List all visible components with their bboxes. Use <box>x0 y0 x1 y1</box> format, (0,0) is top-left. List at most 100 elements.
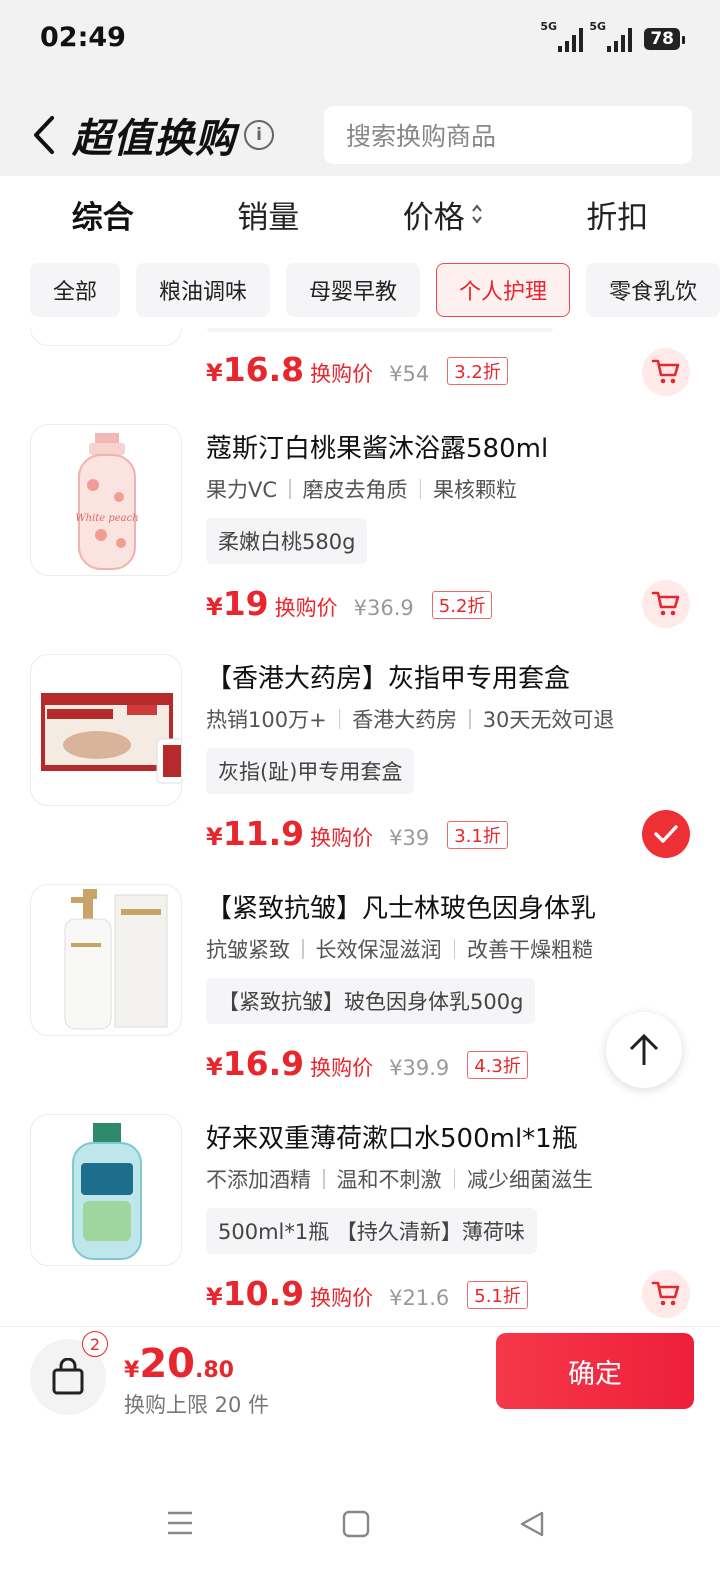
product-features: 不添加酒精 温和不刺激 减少细菌滋生 <box>206 1164 593 1194</box>
chip-personal-care[interactable]: 个人护理 <box>436 263 571 317</box>
cart-icon[interactable] <box>642 580 690 628</box>
sort-bar: 综合 销量 价格 折扣 <box>0 176 720 252</box>
sort-sales[interactable]: 销量 <box>237 192 299 237</box>
product-spec[interactable]: 柔嫩白桃580g <box>206 518 368 564</box>
signal-icon: 5G <box>589 20 633 52</box>
price-row: ¥ 16.8 换购价 ¥54 3.2折 <box>206 350 508 389</box>
feature: 30天无效可退 <box>482 708 615 732</box>
confirm-button[interactable]: 确定 <box>496 1333 694 1409</box>
top-area: 02:49 5G 5G 78 超值换购 i 搜索换购商品 <box>0 0 720 176</box>
discount-badge: 5.1折 <box>467 1281 528 1309</box>
price-label: 换购价 <box>310 362 374 386</box>
product-image[interactable] <box>30 654 182 806</box>
product-image[interactable] <box>30 328 182 346</box>
yen-sign: ¥ <box>206 593 223 621</box>
sort-comprehensive[interactable]: 综合 <box>72 192 134 237</box>
product-name: 【香港大药房】灰指甲专用套盒 <box>206 664 571 694</box>
product-features: 热销100万+ 香港大药房 30天无效可退 <box>206 704 614 734</box>
price-value: 11.9 <box>222 814 305 853</box>
sort-price-label: 价格 <box>402 199 465 236</box>
feature: 改善干燥粗糙 <box>467 938 593 962</box>
feature: 香港大药房 <box>352 708 458 732</box>
price-row: ¥ 11.9 换购价 ¥39 3.1折 <box>206 814 508 853</box>
chip-all[interactable]: 全部 <box>30 263 121 317</box>
scroll-top-button[interactable] <box>606 1012 682 1088</box>
back-chevron-icon[interactable] <box>0 115 60 155</box>
product-name: 蔻斯汀白桃果酱沐浴露580ml <box>206 434 549 464</box>
price-label: 换购价 <box>310 1286 374 1310</box>
feature: 磨皮去角质 <box>302 478 408 502</box>
yen-sign: ¥ <box>206 823 223 851</box>
product-spec <box>206 328 554 332</box>
category-chips: 全部 粮油调味 母婴早教 个人护理 零食乳饮 <box>0 252 720 328</box>
yen-sign: ¥ <box>206 359 223 387</box>
menu-icon[interactable] <box>166 1510 194 1540</box>
sort-caret-icon <box>471 203 483 225</box>
product-card[interactable]: White peach 蔻斯汀白桃果酱沐浴露580ml 果力VC 磨皮去角质 果… <box>0 424 720 654</box>
system-nav-bar <box>0 1470 720 1580</box>
check-icon[interactable] <box>642 810 690 858</box>
total-decimal: .80 <box>194 1358 234 1383</box>
original-price: ¥39 <box>389 826 430 850</box>
sort-price[interactable]: 价格 <box>403 192 483 237</box>
original-price: ¥36.9 <box>353 596 414 620</box>
yen-sign: ¥ <box>206 1053 223 1081</box>
total-integer: 20 <box>139 1341 195 1387</box>
discount-badge: 3.2折 <box>447 357 508 385</box>
price-value: 16.9 <box>222 1044 305 1083</box>
price-row: ¥ 10.9 换购价 ¥21.6 5.1折 <box>206 1274 528 1313</box>
product-image[interactable] <box>30 884 182 1036</box>
status-time: 02:49 <box>40 22 126 53</box>
signal-label: 5G <box>589 20 607 33</box>
status-icons: 5G 5G 78 <box>540 20 685 52</box>
home-square-icon[interactable] <box>342 1510 370 1542</box>
price-value: 10.9 <box>222 1274 305 1313</box>
back-triangle-icon[interactable] <box>518 1510 546 1542</box>
search-input[interactable]: 搜索换购商品 <box>324 106 692 164</box>
product-name: 【紧致抗皱】凡士林玻色因身体乳 <box>206 894 597 924</box>
cart-count-badge: 2 <box>82 1331 108 1357</box>
product-list: ¥ 16.8 换购价 ¥54 3.2折 White peach 蔻斯汀白桃果酱沐… <box>0 328 720 1320</box>
sort-discount[interactable]: 折扣 <box>586 192 648 237</box>
price-row: ¥ 16.9 换购价 ¥39.9 4.3折 <box>206 1044 528 1083</box>
yen-sign: ¥ <box>124 1358 140 1383</box>
original-price: ¥39.9 <box>389 1056 450 1080</box>
svg-text:White peach: White peach <box>75 513 138 524</box>
product-features: 果力VC 磨皮去角质 果核颗粒 <box>206 474 517 504</box>
price-row: ¥ 19 换购价 ¥36.9 5.2折 <box>206 584 493 623</box>
info-icon[interactable]: i <box>244 120 274 150</box>
signal-label: 5G <box>540 20 558 33</box>
product-card[interactable]: 【香港大药房】灰指甲专用套盒 热销100万+ 香港大药房 30天无效可退 灰指(… <box>0 654 720 884</box>
chip-baby[interactable]: 母婴早教 <box>286 263 421 317</box>
yen-sign: ¥ <box>206 1283 223 1311</box>
discount-badge: 3.1折 <box>447 821 508 849</box>
price-value: 16.8 <box>222 350 305 389</box>
discount-badge: 5.2折 <box>431 591 493 619</box>
product-image[interactable]: White peach <box>30 424 182 576</box>
product-card[interactable]: 【紧致抗皱】凡士林玻色因身体乳 抗皱紧致 长效保湿滋润 改善干燥粗糙 【紧致抗皱… <box>0 884 720 1114</box>
original-price: ¥54 <box>389 362 430 386</box>
cart-icon[interactable] <box>642 1270 690 1318</box>
price-value: 19 <box>222 584 269 623</box>
feature: 抗皱紧致 <box>206 938 290 962</box>
feature: 热销100万+ <box>206 708 327 732</box>
product-spec[interactable]: 灰指(趾)甲专用套盒 <box>206 748 415 794</box>
nav-bar: 超值换购 i 搜索换购商品 <box>0 104 720 166</box>
product-features: 抗皱紧致 长效保湿滋润 改善干燥粗糙 <box>206 934 593 964</box>
arrow-up-icon <box>629 1033 659 1065</box>
feature: 果力VC <box>206 478 278 502</box>
product-spec[interactable]: 500ml*1瓶 【持久清新】薄荷味 <box>206 1208 537 1254</box>
product-card[interactable]: 好来双重薄荷漱口水500ml*1瓶 不添加酒精 温和不刺激 减少细菌滋生 500… <box>0 1114 720 1320</box>
cart-icon[interactable] <box>642 348 690 396</box>
chip-grain-oil[interactable]: 粮油调味 <box>136 263 271 317</box>
product-name: 好来双重薄荷漱口水500ml*1瓶 <box>206 1124 578 1154</box>
product-spec[interactable]: 【紧致抗皱】玻色因身体乳500g <box>206 978 536 1024</box>
footer-bar: 2 ¥ 20 .80 换购上限 20 件 确定 <box>0 1326 720 1426</box>
total-price: ¥ 20 .80 <box>124 1341 234 1387</box>
chip-snacks[interactable]: 零食乳饮 <box>586 263 720 317</box>
battery-indicator: 78 <box>644 28 685 50</box>
page-title: 超值换购 <box>72 116 236 162</box>
purchase-limit: 换购上限 20 件 <box>124 1393 270 1417</box>
feature: 温和不刺激 <box>336 1168 442 1192</box>
product-image[interactable] <box>30 1114 182 1266</box>
